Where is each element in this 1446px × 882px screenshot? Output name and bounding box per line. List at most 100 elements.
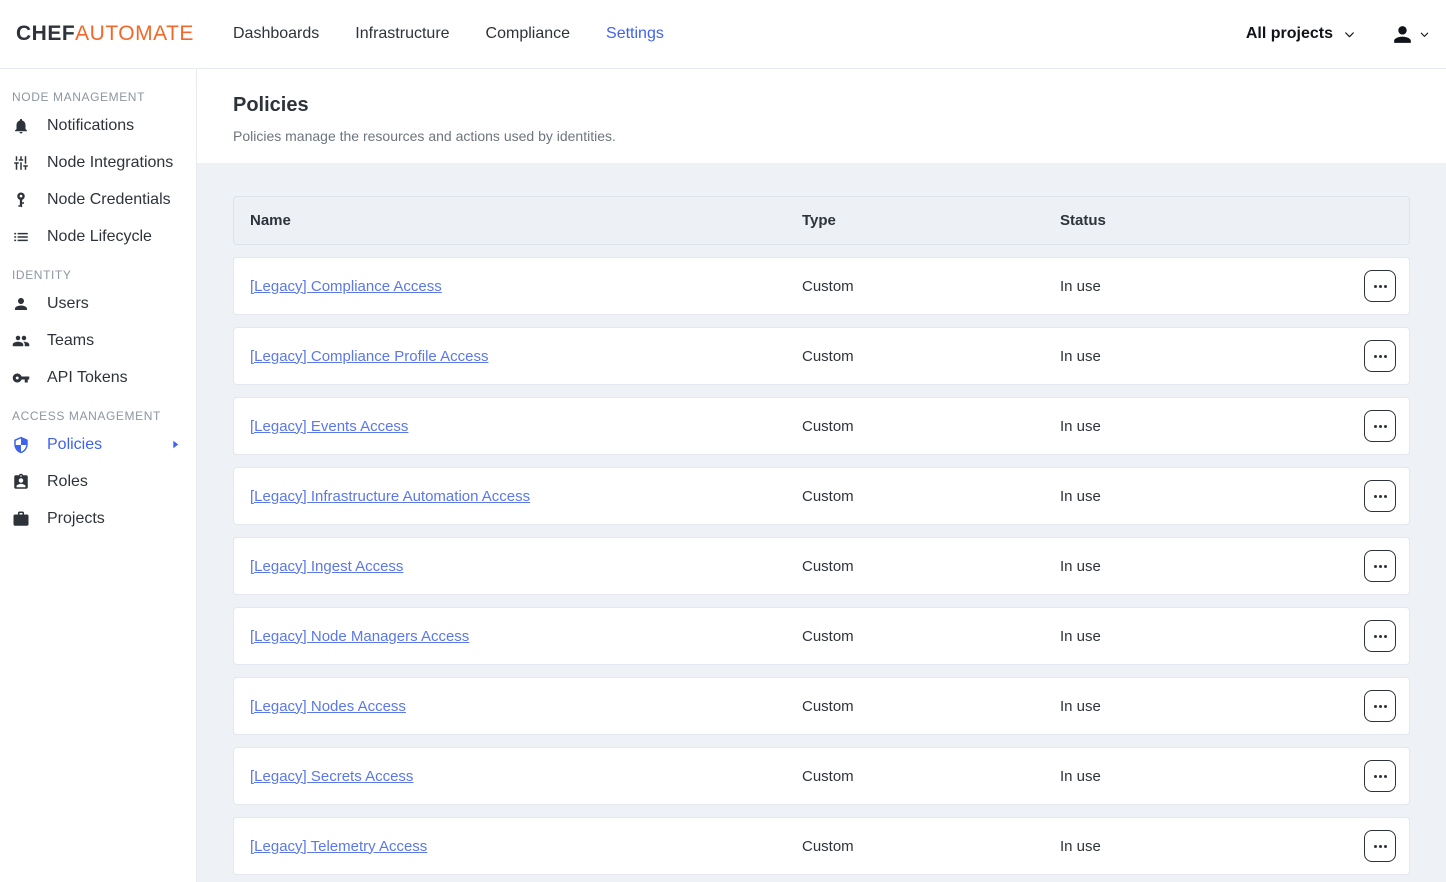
policy-type: Custom [802, 488, 1060, 505]
chevron-down-icon [1419, 29, 1430, 40]
policy-link[interactable]: [Legacy] Node Managers Access [250, 628, 469, 645]
key-vertical-icon [12, 191, 30, 209]
policy-name-cell: [Legacy] Secrets Access [250, 768, 802, 785]
table-row: [Legacy] Infrastructure Automation Acces… [233, 467, 1410, 525]
sliders-icon [12, 154, 30, 172]
policy-link[interactable]: [Legacy] Compliance Access [250, 278, 442, 295]
sidebar-section-title: IDENTITY [0, 265, 196, 285]
sidebar-item-label: Policies [47, 436, 102, 454]
sidebar-item-api-tokens[interactable]: API Tokens [0, 359, 196, 396]
row-actions-menu-button[interactable] [1364, 760, 1396, 792]
policy-status: In use [1060, 628, 1364, 645]
nav-tab-dashboards[interactable]: Dashboards [233, 25, 319, 43]
policy-name-cell: [Legacy] Events Access [250, 418, 802, 435]
table-row: [Legacy] Events AccessCustomIn use [233, 397, 1410, 455]
policy-type: Custom [802, 768, 1060, 785]
logo-automate-text: AUTOMATE [75, 22, 194, 46]
sidebar-item-projects[interactable]: Projects [0, 500, 196, 537]
row-actions-menu-button[interactable] [1364, 410, 1396, 442]
sidebar-section-identity: IDENTITY Users TeamsAPI Tokens [0, 265, 196, 396]
policy-link[interactable]: [Legacy] Events Access [250, 418, 408, 435]
sidebar: NODE MANAGEMENTNotificationsNode Integra… [0, 69, 197, 882]
projects-filter-dropdown[interactable]: All projects [1246, 25, 1356, 43]
column-header-name: Name [250, 212, 802, 229]
policy-status: In use [1060, 768, 1364, 785]
policy-link[interactable]: [Legacy] Telemetry Access [250, 838, 427, 855]
chef-automate-logo[interactable]: CHEFAUTOMATE [16, 22, 233, 46]
topbar-right: All projects [1246, 22, 1430, 47]
policy-status: In use [1060, 488, 1364, 505]
policy-status: In use [1060, 348, 1364, 365]
ellipsis-icon [1374, 565, 1387, 568]
page-description: Policies manage the resources and action… [233, 128, 1410, 144]
user-menu[interactable] [1390, 22, 1430, 47]
policy-type: Custom [802, 628, 1060, 645]
sidebar-item-teams[interactable]: Teams [0, 322, 196, 359]
row-actions-menu-button[interactable] [1364, 550, 1396, 582]
policy-status: In use [1060, 558, 1364, 575]
row-actions-menu-button[interactable] [1364, 270, 1396, 302]
sidebar-item-label: Notifications [47, 117, 134, 135]
table-row: [Legacy] Secrets Access CustomIn use [233, 747, 1410, 805]
policy-type: Custom [802, 838, 1060, 855]
sidebar-item-label: Node Integrations [47, 154, 173, 172]
sidebar-item-label: Node Lifecycle [47, 228, 152, 246]
row-actions-menu-button[interactable] [1364, 830, 1396, 862]
policy-name-cell: [Legacy] Node Managers Access [250, 628, 802, 645]
nav-tab-settings[interactable]: Settings [606, 25, 664, 43]
policy-status: In use [1060, 278, 1364, 295]
sidebar-item-notifications[interactable]: Notifications [0, 107, 196, 144]
nav-tab-infrastructure[interactable]: Infrastructure [355, 25, 449, 43]
column-header-type: Type [802, 212, 1060, 229]
shield-icon [12, 436, 30, 454]
policy-name-cell: [Legacy] Nodes Access [250, 698, 802, 715]
sidebar-item-label: Users [47, 295, 89, 313]
table-row: [Legacy] Ingest Access CustomIn use [233, 537, 1410, 595]
key-icon [12, 369, 30, 387]
policy-status: In use [1060, 418, 1364, 435]
policy-status: In use [1060, 838, 1364, 855]
policy-link[interactable]: [Legacy] Ingest Access [250, 558, 403, 575]
projects-filter-label: All projects [1246, 25, 1333, 43]
sidebar-item-label: Roles [47, 473, 88, 491]
policy-link[interactable]: [Legacy] Secrets Access [250, 768, 413, 785]
policy-status: In use [1060, 698, 1364, 715]
group-icon [12, 332, 30, 350]
list-icon [12, 228, 30, 246]
sidebar-item-roles[interactable]: Roles [0, 463, 196, 500]
policy-type: Custom [802, 558, 1060, 575]
policy-link[interactable]: [Legacy] Nodes Access [250, 698, 406, 715]
sidebar-item-node-lifecycle[interactable]: Node Lifecycle [0, 218, 196, 255]
nav-tab-compliance[interactable]: Compliance [486, 25, 570, 43]
user-avatar-icon [1390, 22, 1415, 47]
policies-table-body: [Legacy] Compliance AccessCustomIn use[L… [233, 257, 1410, 875]
row-actions-menu-button[interactable] [1364, 690, 1396, 722]
table-row: [Legacy] Compliance Profile AccessCustom… [233, 327, 1410, 385]
sidebar-item-node-credentials[interactable]: Node Credentials [0, 181, 196, 218]
ellipsis-icon [1374, 845, 1387, 848]
chevron-down-icon [1343, 28, 1356, 41]
policy-name-cell: [Legacy] Telemetry Access [250, 838, 802, 855]
sidebar-item-policies[interactable]: Policies [0, 426, 196, 463]
row-actions-menu-button[interactable] [1364, 480, 1396, 512]
policy-type: Custom [802, 278, 1060, 295]
ellipsis-icon [1374, 705, 1387, 708]
top-navigation-bar: CHEFAUTOMATE Dashboards Infrastructure Com… [0, 0, 1446, 69]
bell-icon [12, 117, 30, 135]
policy-link[interactable]: [Legacy] Infrastructure Automation Acces… [250, 488, 530, 505]
sidebar-item-users[interactable]: Users [0, 285, 196, 322]
page-title: Policies [233, 94, 1410, 117]
sidebar-item-label: Projects [47, 510, 105, 528]
row-actions-menu-button[interactable] [1364, 620, 1396, 652]
policy-link[interactable]: [Legacy] Compliance Profile Access [250, 348, 488, 365]
briefcase-icon [12, 510, 30, 528]
sidebar-item-node-integrations[interactable]: Node Integrations [0, 144, 196, 181]
table-row: [Legacy] Telemetry Access CustomIn use [233, 817, 1410, 875]
policy-name-cell: [Legacy] Compliance Access [250, 278, 802, 295]
ellipsis-icon [1374, 495, 1387, 498]
table-row: [Legacy] Nodes Access CustomIn use [233, 677, 1410, 735]
row-actions-menu-button[interactable] [1364, 340, 1396, 372]
badge-icon [12, 473, 30, 491]
policy-type: Custom [802, 698, 1060, 715]
table-row: [Legacy] Compliance Access CustomIn use [233, 257, 1410, 315]
